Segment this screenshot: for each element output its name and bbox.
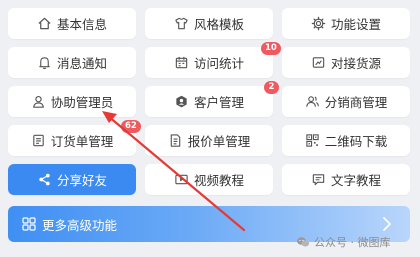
- tile-label: 基本信息: [56, 17, 107, 32]
- tile-assistant-admin[interactable]: 协助管理员: [8, 86, 136, 117]
- tile-label: 风格模板: [193, 17, 244, 32]
- tile-visit-stats[interactable]: 访问统计: [145, 47, 273, 78]
- tile-label: 功能设置: [330, 17, 381, 32]
- qrcode-icon: [305, 133, 320, 148]
- customer-badge: 2: [264, 81, 279, 94]
- tile-customer-management[interactable]: 客户管理: [145, 86, 273, 117]
- home-icon: [37, 16, 52, 31]
- tile-label: 客户管理: [193, 95, 244, 110]
- tile-message-notice[interactable]: 消息通知: [8, 47, 136, 78]
- tile-source-docking[interactable]: 对接货源: [282, 47, 410, 78]
- tile-label: 访问统计: [193, 56, 244, 71]
- tile-text-tutorial[interactable]: 文字教程: [282, 164, 410, 195]
- distributor-icon: [305, 94, 320, 109]
- tile-quote-management[interactable]: 报价单管理: [145, 125, 273, 156]
- tile-label: 消息通知: [56, 56, 107, 71]
- chat-icon: [311, 172, 326, 187]
- quote-icon: [168, 133, 183, 148]
- share-friends-button[interactable]: 分享好友: [8, 164, 136, 195]
- tile-function-settings[interactable]: 功能设置: [282, 8, 410, 39]
- tile-video-tutorial[interactable]: 视频教程: [145, 164, 273, 195]
- more-bar-label: 更多高级功能: [42, 217, 118, 233]
- tile-qrcode-download[interactable]: 二维码下载: [282, 125, 410, 156]
- wechat-icon: [296, 235, 310, 249]
- customer-icon: [174, 94, 189, 109]
- shirt-icon: [174, 16, 189, 31]
- tile-label: 订货单管理: [50, 134, 114, 149]
- tile-style-template[interactable]: 风格模板: [145, 8, 273, 39]
- order-badge: 62: [121, 120, 141, 133]
- tile-label: 二维码下载: [324, 134, 388, 149]
- bell-icon: [37, 55, 52, 70]
- tile-order-management[interactable]: 订货单管理: [8, 125, 136, 156]
- tile-basic-info[interactable]: 基本信息: [8, 8, 136, 39]
- tile-label: 对接货源: [330, 56, 381, 71]
- share-icon: [37, 172, 52, 187]
- order-icon: [31, 133, 46, 148]
- tile-label: 分享好友: [56, 173, 107, 188]
- tile-label: 协助管理员: [50, 95, 114, 110]
- calendar-icon: [174, 55, 189, 70]
- tile-label: 分销商管理: [324, 95, 388, 110]
- visit-stats-badge: 10: [261, 42, 281, 55]
- video-icon: [174, 172, 189, 187]
- user-icon: [31, 94, 46, 109]
- tile-distributor-management[interactable]: 分销商管理: [282, 86, 410, 117]
- gear-icon: [311, 16, 326, 31]
- tile-label: 文字教程: [330, 173, 381, 188]
- grid-icon: [22, 217, 36, 231]
- chevron-right-icon: [380, 216, 394, 232]
- tile-label: 视频教程: [193, 173, 244, 188]
- watermark: 公众号 · 微图库: [296, 234, 391, 250]
- tile-label: 报价单管理: [187, 134, 251, 149]
- watermark-text: 公众号 · 微图库: [314, 236, 391, 249]
- link-icon: [311, 55, 326, 70]
